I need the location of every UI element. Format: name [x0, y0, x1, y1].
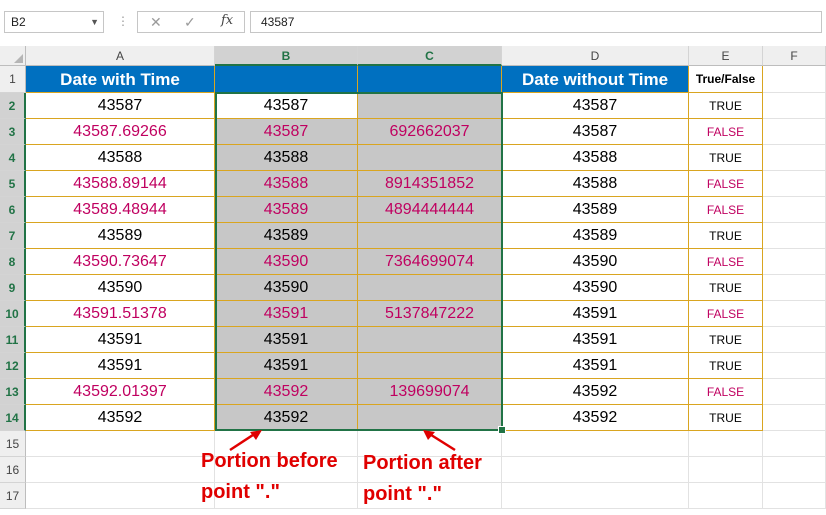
annotation-after: Portion after point "." [363, 452, 482, 505]
annotation-before: Portion before point "." [201, 450, 338, 503]
annotation-arrows [229, 430, 456, 452]
